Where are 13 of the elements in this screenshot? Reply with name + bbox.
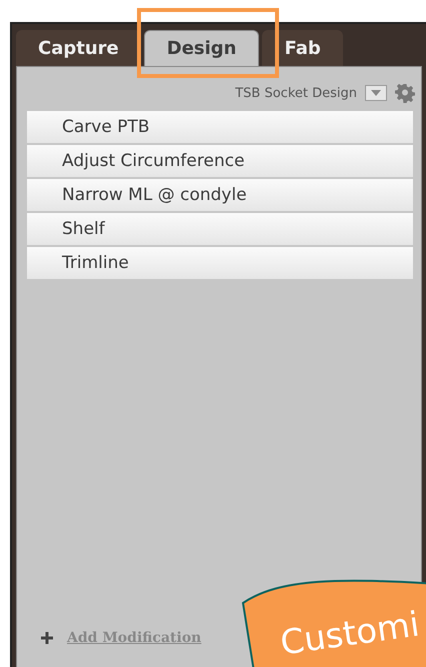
modification-item[interactable]: Carve PTB	[27, 111, 413, 143]
modification-item[interactable]: Adjust Circumference	[27, 145, 413, 177]
caret-icon	[370, 89, 382, 97]
tab[interactable]: Design	[144, 30, 260, 66]
tab[interactable]: Fab	[262, 30, 343, 66]
design-name: TSB Socket Design	[235, 86, 357, 100]
gear-icon[interactable]	[395, 83, 415, 103]
plus-icon	[41, 632, 53, 644]
dropdown-button[interactable]	[365, 85, 387, 101]
modification-item[interactable]: Narrow ML @ condyle	[27, 179, 413, 211]
modification-item[interactable]: Trimline	[27, 247, 413, 279]
modification-item[interactable]: Shelf	[27, 213, 413, 245]
callout-label: Customi	[240, 578, 426, 667]
